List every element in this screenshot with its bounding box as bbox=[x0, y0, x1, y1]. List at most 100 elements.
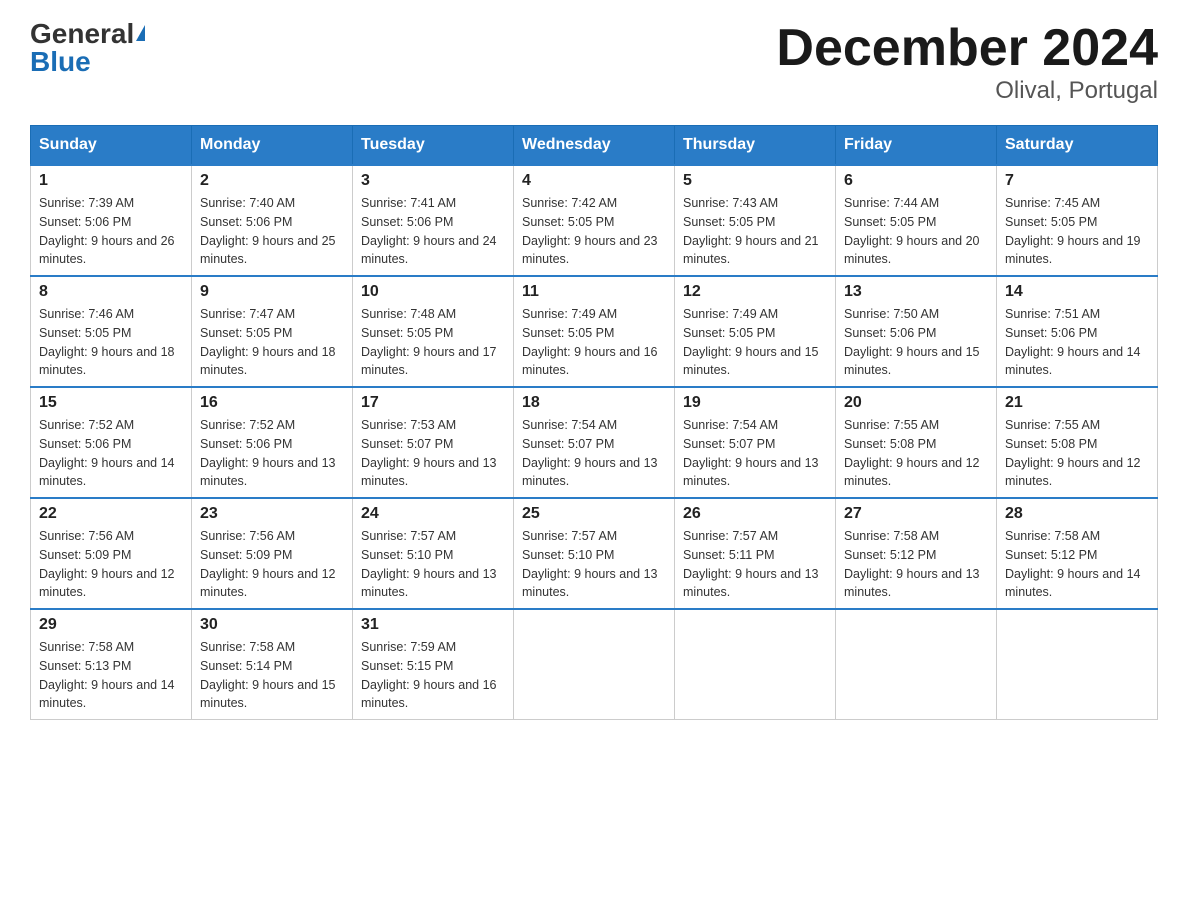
day-info: Sunrise: 7:57 AMSunset: 5:11 PMDaylight:… bbox=[683, 529, 819, 599]
weekday-header-tuesday: Tuesday bbox=[353, 126, 514, 166]
day-info: Sunrise: 7:58 AMSunset: 5:13 PMDaylight:… bbox=[39, 640, 175, 710]
calendar-week-row: 22 Sunrise: 7:56 AMSunset: 5:09 PMDaylig… bbox=[31, 498, 1158, 609]
calendar-cell: 17 Sunrise: 7:53 AMSunset: 5:07 PMDaylig… bbox=[353, 387, 514, 498]
calendar-table: SundayMondayTuesdayWednesdayThursdayFrid… bbox=[30, 125, 1158, 720]
day-number: 16 bbox=[200, 394, 344, 412]
calendar-cell: 2 Sunrise: 7:40 AMSunset: 5:06 PMDayligh… bbox=[192, 165, 353, 276]
calendar-cell: 30 Sunrise: 7:58 AMSunset: 5:14 PMDaylig… bbox=[192, 609, 353, 720]
calendar-cell: 6 Sunrise: 7:44 AMSunset: 5:05 PMDayligh… bbox=[836, 165, 997, 276]
calendar-week-row: 8 Sunrise: 7:46 AMSunset: 5:05 PMDayligh… bbox=[31, 276, 1158, 387]
calendar-cell: 13 Sunrise: 7:50 AMSunset: 5:06 PMDaylig… bbox=[836, 276, 997, 387]
weekday-header-saturday: Saturday bbox=[997, 126, 1158, 166]
calendar-header-row: SundayMondayTuesdayWednesdayThursdayFrid… bbox=[31, 126, 1158, 166]
day-number: 14 bbox=[1005, 283, 1149, 301]
day-number: 29 bbox=[39, 616, 183, 634]
day-number: 18 bbox=[522, 394, 666, 412]
day-number: 23 bbox=[200, 505, 344, 523]
day-info: Sunrise: 7:43 AMSunset: 5:05 PMDaylight:… bbox=[683, 196, 819, 266]
day-number: 28 bbox=[1005, 505, 1149, 523]
day-number: 8 bbox=[39, 283, 183, 301]
day-info: Sunrise: 7:49 AMSunset: 5:05 PMDaylight:… bbox=[522, 307, 658, 377]
calendar-cell: 4 Sunrise: 7:42 AMSunset: 5:05 PMDayligh… bbox=[514, 165, 675, 276]
day-number: 15 bbox=[39, 394, 183, 412]
day-number: 21 bbox=[1005, 394, 1149, 412]
day-info: Sunrise: 7:51 AMSunset: 5:06 PMDaylight:… bbox=[1005, 307, 1141, 377]
calendar-cell: 29 Sunrise: 7:58 AMSunset: 5:13 PMDaylig… bbox=[31, 609, 192, 720]
logo-blue-text: Blue bbox=[30, 48, 91, 76]
day-info: Sunrise: 7:58 AMSunset: 5:14 PMDaylight:… bbox=[200, 640, 336, 710]
calendar-cell: 8 Sunrise: 7:46 AMSunset: 5:05 PMDayligh… bbox=[31, 276, 192, 387]
day-info: Sunrise: 7:42 AMSunset: 5:05 PMDaylight:… bbox=[522, 196, 658, 266]
day-info: Sunrise: 7:44 AMSunset: 5:05 PMDaylight:… bbox=[844, 196, 980, 266]
day-info: Sunrise: 7:39 AMSunset: 5:06 PMDaylight:… bbox=[39, 196, 175, 266]
calendar-cell: 24 Sunrise: 7:57 AMSunset: 5:10 PMDaylig… bbox=[353, 498, 514, 609]
day-number: 20 bbox=[844, 394, 988, 412]
day-number: 31 bbox=[361, 616, 505, 634]
day-number: 22 bbox=[39, 505, 183, 523]
calendar-cell: 7 Sunrise: 7:45 AMSunset: 5:05 PMDayligh… bbox=[997, 165, 1158, 276]
day-info: Sunrise: 7:54 AMSunset: 5:07 PMDaylight:… bbox=[522, 418, 658, 488]
day-info: Sunrise: 7:56 AMSunset: 5:09 PMDaylight:… bbox=[39, 529, 175, 599]
calendar-cell: 21 Sunrise: 7:55 AMSunset: 5:08 PMDaylig… bbox=[997, 387, 1158, 498]
day-number: 17 bbox=[361, 394, 505, 412]
calendar-cell: 28 Sunrise: 7:58 AMSunset: 5:12 PMDaylig… bbox=[997, 498, 1158, 609]
calendar-cell: 27 Sunrise: 7:58 AMSunset: 5:12 PMDaylig… bbox=[836, 498, 997, 609]
day-info: Sunrise: 7:48 AMSunset: 5:05 PMDaylight:… bbox=[361, 307, 497, 377]
calendar-cell bbox=[675, 609, 836, 720]
calendar-cell: 23 Sunrise: 7:56 AMSunset: 5:09 PMDaylig… bbox=[192, 498, 353, 609]
calendar-cell: 14 Sunrise: 7:51 AMSunset: 5:06 PMDaylig… bbox=[997, 276, 1158, 387]
calendar-cell: 20 Sunrise: 7:55 AMSunset: 5:08 PMDaylig… bbox=[836, 387, 997, 498]
day-info: Sunrise: 7:58 AMSunset: 5:12 PMDaylight:… bbox=[844, 529, 980, 599]
logo-general-text: General bbox=[30, 20, 134, 48]
page-header: General Blue December 2024 Olival, Portu… bbox=[30, 20, 1158, 105]
calendar-week-row: 15 Sunrise: 7:52 AMSunset: 5:06 PMDaylig… bbox=[31, 387, 1158, 498]
calendar-cell: 11 Sunrise: 7:49 AMSunset: 5:05 PMDaylig… bbox=[514, 276, 675, 387]
calendar-cell: 22 Sunrise: 7:56 AMSunset: 5:09 PMDaylig… bbox=[31, 498, 192, 609]
calendar-cell: 5 Sunrise: 7:43 AMSunset: 5:05 PMDayligh… bbox=[675, 165, 836, 276]
day-number: 25 bbox=[522, 505, 666, 523]
day-number: 12 bbox=[683, 283, 827, 301]
day-info: Sunrise: 7:46 AMSunset: 5:05 PMDaylight:… bbox=[39, 307, 175, 377]
day-number: 1 bbox=[39, 172, 183, 190]
day-number: 9 bbox=[200, 283, 344, 301]
day-info: Sunrise: 7:56 AMSunset: 5:09 PMDaylight:… bbox=[200, 529, 336, 599]
logo: General Blue bbox=[30, 20, 145, 76]
day-number: 2 bbox=[200, 172, 344, 190]
day-info: Sunrise: 7:45 AMSunset: 5:05 PMDaylight:… bbox=[1005, 196, 1141, 266]
day-number: 7 bbox=[1005, 172, 1149, 190]
calendar-cell: 12 Sunrise: 7:49 AMSunset: 5:05 PMDaylig… bbox=[675, 276, 836, 387]
day-number: 6 bbox=[844, 172, 988, 190]
day-info: Sunrise: 7:40 AMSunset: 5:06 PMDaylight:… bbox=[200, 196, 336, 266]
day-info: Sunrise: 7:55 AMSunset: 5:08 PMDaylight:… bbox=[844, 418, 980, 488]
weekday-header-monday: Monday bbox=[192, 126, 353, 166]
day-number: 27 bbox=[844, 505, 988, 523]
day-info: Sunrise: 7:53 AMSunset: 5:07 PMDaylight:… bbox=[361, 418, 497, 488]
day-number: 13 bbox=[844, 283, 988, 301]
calendar-cell: 18 Sunrise: 7:54 AMSunset: 5:07 PMDaylig… bbox=[514, 387, 675, 498]
logo-triangle-icon bbox=[136, 25, 145, 41]
day-info: Sunrise: 7:49 AMSunset: 5:05 PMDaylight:… bbox=[683, 307, 819, 377]
calendar-cell: 10 Sunrise: 7:48 AMSunset: 5:05 PMDaylig… bbox=[353, 276, 514, 387]
calendar-cell bbox=[836, 609, 997, 720]
calendar-cell: 3 Sunrise: 7:41 AMSunset: 5:06 PMDayligh… bbox=[353, 165, 514, 276]
calendar-cell bbox=[514, 609, 675, 720]
day-info: Sunrise: 7:41 AMSunset: 5:06 PMDaylight:… bbox=[361, 196, 497, 266]
day-number: 30 bbox=[200, 616, 344, 634]
day-number: 26 bbox=[683, 505, 827, 523]
day-number: 19 bbox=[683, 394, 827, 412]
calendar-cell: 15 Sunrise: 7:52 AMSunset: 5:06 PMDaylig… bbox=[31, 387, 192, 498]
weekday-header-wednesday: Wednesday bbox=[514, 126, 675, 166]
calendar-cell: 16 Sunrise: 7:52 AMSunset: 5:06 PMDaylig… bbox=[192, 387, 353, 498]
day-info: Sunrise: 7:52 AMSunset: 5:06 PMDaylight:… bbox=[39, 418, 175, 488]
location-text: Olival, Portugal bbox=[776, 77, 1158, 105]
calendar-cell: 26 Sunrise: 7:57 AMSunset: 5:11 PMDaylig… bbox=[675, 498, 836, 609]
day-info: Sunrise: 7:57 AMSunset: 5:10 PMDaylight:… bbox=[522, 529, 658, 599]
day-info: Sunrise: 7:58 AMSunset: 5:12 PMDaylight:… bbox=[1005, 529, 1141, 599]
calendar-cell: 1 Sunrise: 7:39 AMSunset: 5:06 PMDayligh… bbox=[31, 165, 192, 276]
day-number: 11 bbox=[522, 283, 666, 301]
title-block: December 2024 Olival, Portugal bbox=[776, 20, 1158, 105]
day-number: 10 bbox=[361, 283, 505, 301]
day-number: 24 bbox=[361, 505, 505, 523]
calendar-cell: 19 Sunrise: 7:54 AMSunset: 5:07 PMDaylig… bbox=[675, 387, 836, 498]
calendar-cell: 31 Sunrise: 7:59 AMSunset: 5:15 PMDaylig… bbox=[353, 609, 514, 720]
